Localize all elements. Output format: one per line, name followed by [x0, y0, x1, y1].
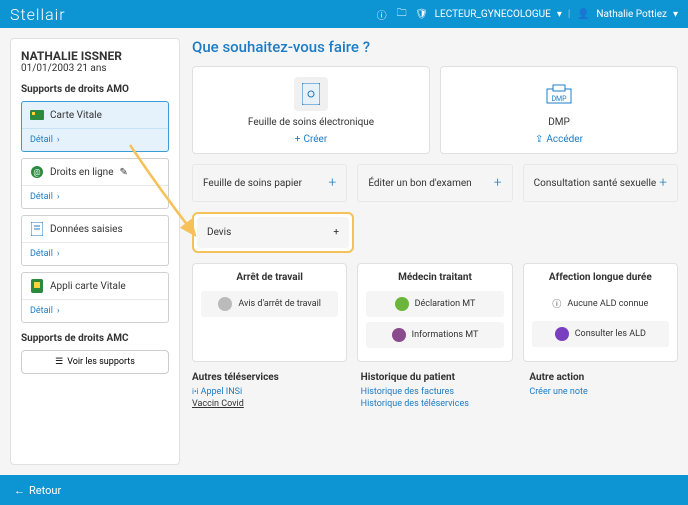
plus-icon: +	[328, 175, 336, 191]
create-action[interactable]: +Créer	[295, 134, 328, 145]
panel-item: ⓘAucune ALD connue	[532, 291, 669, 316]
plus-icon: +	[333, 227, 339, 238]
panel-title: Médecin traitant	[366, 272, 503, 283]
col-title: Autre action	[529, 372, 678, 383]
content: Que souhaitez-vous faire ? Feuille de so…	[192, 38, 678, 465]
vitale-icon	[30, 108, 44, 122]
panel-ald: Affection longue durée ⓘAucune ALD connu…	[523, 263, 678, 362]
link-hist-factures[interactable]: Historique des factures	[361, 387, 510, 397]
plus-icon: +	[659, 175, 667, 191]
card-carte-vitale[interactable]: Carte Vitale Détail›	[21, 101, 169, 152]
patient-name: NATHALIE ISSNER	[21, 49, 169, 63]
tile-fse[interactable]: Feuille de soins électronique +Créer	[192, 66, 430, 154]
svg-text:DMP: DMP	[551, 95, 567, 103]
amc-title: Supports de droits AMC	[21, 333, 169, 344]
panel-title: Arrêt de travail	[201, 272, 338, 283]
user-icon: 👤	[576, 7, 590, 21]
dmp-icon: DMP	[542, 77, 576, 111]
panel-arret: Arrêt de travail Avis d'arrêt de travail	[192, 263, 347, 362]
detail-link[interactable]: Détail›	[22, 128, 168, 151]
chevron-right-icon: ›	[57, 135, 60, 145]
plus-icon: +	[494, 175, 502, 191]
col-historique: Historique du patient Historique des fac…	[361, 372, 510, 411]
chevron-down-icon: ▾	[557, 9, 562, 20]
chevron-right-icon: ›	[57, 306, 60, 316]
edit-icon[interactable]: ✎	[120, 167, 128, 178]
col-autre: Autre action Créer une note	[529, 372, 678, 411]
chevron-down-icon: ▾	[673, 9, 678, 20]
access-action[interactable]: ⇪Accéder	[535, 134, 583, 145]
tile-consultation-sante[interactable]: Consultation santé sexuelle+	[523, 164, 678, 202]
link-vaccin-covid[interactable]: Vaccin Covid	[192, 399, 341, 409]
reader-name[interactable]: LECTEUR_GYNECOLOGUE	[435, 9, 551, 20]
panel-item[interactable]: Avis d'arrêt de travail	[201, 291, 338, 317]
link-appel-insi[interactable]: i•i Appel INSi	[192, 387, 341, 397]
tile-fsp[interactable]: Feuille de soins papier+	[192, 164, 347, 202]
app-icon	[30, 279, 44, 293]
app-header: Stellair ⓘ 🗀 🛡 LECTEUR_GYNECOLOGUE ▾ | 👤…	[0, 0, 688, 28]
folder-icon[interactable]: 🗀	[395, 7, 409, 21]
col-title: Autres téléservices	[192, 372, 341, 383]
tile-label: DMP	[548, 117, 570, 128]
tile-label: Feuille de soins électronique	[248, 117, 374, 128]
link-creer-note[interactable]: Créer une note	[529, 387, 678, 397]
footer: ← Retour	[0, 475, 688, 505]
page-title: Que souhaitez-vous faire ?	[192, 38, 678, 56]
card-label: Appli carte Vitale	[50, 281, 126, 292]
col-title: Historique du patient	[361, 372, 510, 383]
card-label: Carte Vitale	[50, 110, 102, 121]
card-donnees-saisies[interactable]: Données saisies Détail›	[21, 215, 169, 266]
detail-link[interactable]: Détail›	[22, 299, 168, 322]
tile-devis-highlight: Devis+	[192, 212, 354, 253]
panel-item[interactable]: Déclaration MT	[366, 291, 503, 317]
tile-devis[interactable]: Devis+	[197, 217, 349, 248]
panel-item[interactable]: Consulter les ALD	[532, 321, 669, 347]
info-icon: ⓘ	[552, 297, 561, 310]
detail-link[interactable]: Détail›	[22, 185, 168, 208]
patient-info: 01/01/2003 21 ans	[21, 63, 169, 74]
card-droits-en-ligne[interactable]: @ Droits en ligne ✎ Détail›	[21, 158, 169, 209]
card-label: Droits en ligne	[50, 167, 114, 178]
sidebar: NATHALIE ISSNER 01/01/2003 21 ans Suppor…	[10, 38, 180, 465]
tile-bon-examen[interactable]: Éditer un bon d'examen+	[357, 164, 512, 202]
arrow-left-icon: ←	[14, 484, 25, 497]
form-icon	[30, 222, 44, 236]
tile-dmp[interactable]: DMP DMP ⇪Accéder	[440, 66, 678, 154]
detail-link[interactable]: Détail›	[22, 242, 168, 265]
card-label: Données saisies	[50, 224, 123, 235]
upload-icon: ⇪	[535, 134, 543, 145]
user-name[interactable]: Nathalie Pottiez	[596, 9, 667, 20]
svg-text:@: @	[33, 168, 40, 177]
globe-icon: @	[30, 165, 44, 179]
back-button[interactable]: ← Retour	[14, 484, 61, 497]
shield-icon[interactable]: 🛡	[415, 7, 429, 21]
document-icon	[294, 77, 328, 111]
col-teleservices: Autres téléservices i•i Appel INSi Vacci…	[192, 372, 341, 411]
amo-title: Supports de droits AMO	[21, 84, 169, 95]
chevron-right-icon: ›	[57, 249, 60, 259]
list-icon: ☰	[55, 357, 63, 367]
panel-medecin: Médecin traitant Déclaration MT Informat…	[357, 263, 512, 362]
link-hist-teleservices[interactable]: Historique des téléservices	[361, 399, 510, 409]
info-icon[interactable]: ⓘ	[375, 7, 389, 21]
card-appli-vitale[interactable]: Appli carte Vitale Détail›	[21, 272, 169, 323]
panel-title: Affection longue durée	[532, 272, 669, 283]
panel-item[interactable]: Informations MT	[366, 322, 503, 348]
logo: Stellair	[10, 5, 66, 24]
supports-button[interactable]: ☰ Voir les supports	[21, 350, 169, 374]
plus-icon: +	[295, 134, 301, 145]
chevron-right-icon: ›	[57, 192, 60, 202]
